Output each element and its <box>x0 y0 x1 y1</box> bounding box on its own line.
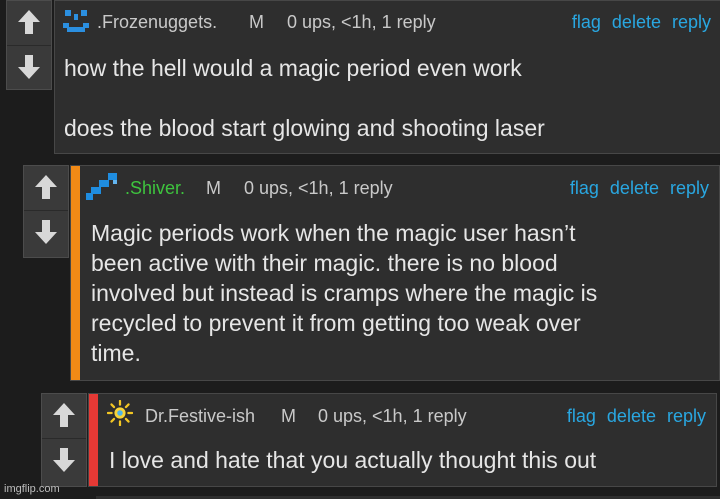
flag-link[interactable]: flag <box>570 178 599 198</box>
down-arrow-icon <box>53 447 75 472</box>
comment-actions: flag delete reply <box>564 178 709 199</box>
delete-link[interactable]: delete <box>607 406 656 426</box>
comment-stats: 0 ups, <1h, 1 reply <box>244 178 393 198</box>
comment-actions: flag delete reply <box>566 12 711 33</box>
blue-smiley-icon <box>63 10 89 32</box>
delete-link[interactable]: delete <box>612 12 661 32</box>
comment-text: how the hell would a magic period even w… <box>64 55 545 141</box>
blue-staircase-icon <box>86 173 117 200</box>
upvote-button[interactable] <box>7 1 51 42</box>
up-arrow-icon <box>35 174 57 199</box>
up-arrow-icon <box>53 402 75 427</box>
username[interactable]: .Frozenuggets. <box>97 12 217 33</box>
sun-icon <box>107 400 133 426</box>
comment-body: .Frozenuggets. M 0 ups, <1h, 1 reply fla… <box>54 0 720 154</box>
watermark: imgflip.com <box>4 483 60 495</box>
down-arrow-icon <box>18 54 40 79</box>
username[interactable]: .Shiver. <box>125 178 185 199</box>
flag-link[interactable]: flag <box>567 406 596 426</box>
mod-badge: M <box>281 406 296 426</box>
vote-panel <box>6 0 52 90</box>
comment-header: .Shiver. M 0 ups, <1h, 1 reply flag dele… <box>71 166 719 206</box>
down-arrow-icon <box>35 219 57 244</box>
reply-link[interactable]: reply <box>667 406 706 426</box>
up-arrow-icon <box>18 9 40 34</box>
reply-link[interactable]: reply <box>672 12 711 32</box>
upvote-button[interactable] <box>42 394 86 435</box>
comment-body: Dr.Festive-ish M 0 ups, <1h, 1 reply fla… <box>88 393 717 487</box>
mod-badge: M <box>249 12 264 32</box>
vote-panel <box>23 165 69 258</box>
delete-link[interactable]: delete <box>610 178 659 198</box>
downvote-button[interactable] <box>42 438 86 480</box>
comment-actions: flag delete reply <box>561 406 706 427</box>
comment-header: Dr.Festive-ish M 0 ups, <1h, 1 reply fla… <box>89 394 716 434</box>
downvote-button[interactable] <box>24 210 68 252</box>
downvote-button[interactable] <box>7 45 51 87</box>
mod-badge: M <box>206 178 221 198</box>
comment-text: Magic periods work when the magic user h… <box>91 220 598 366</box>
reply-link[interactable]: reply <box>670 178 709 198</box>
comment-body: .Shiver. M 0 ups, <1h, 1 reply flag dele… <box>70 165 720 381</box>
upvote-button[interactable] <box>24 166 68 207</box>
comment-stats: 0 ups, <1h, 1 reply <box>287 12 436 32</box>
comment-text: I love and hate that you actually though… <box>109 447 597 473</box>
comment-header: .Frozenuggets. M 0 ups, <1h, 1 reply fla… <box>55 1 720 41</box>
flag-link[interactable]: flag <box>572 12 601 32</box>
comment-stats: 0 ups, <1h, 1 reply <box>318 406 467 426</box>
username[interactable]: Dr.Festive-ish <box>145 406 255 427</box>
vote-panel <box>41 393 87 487</box>
